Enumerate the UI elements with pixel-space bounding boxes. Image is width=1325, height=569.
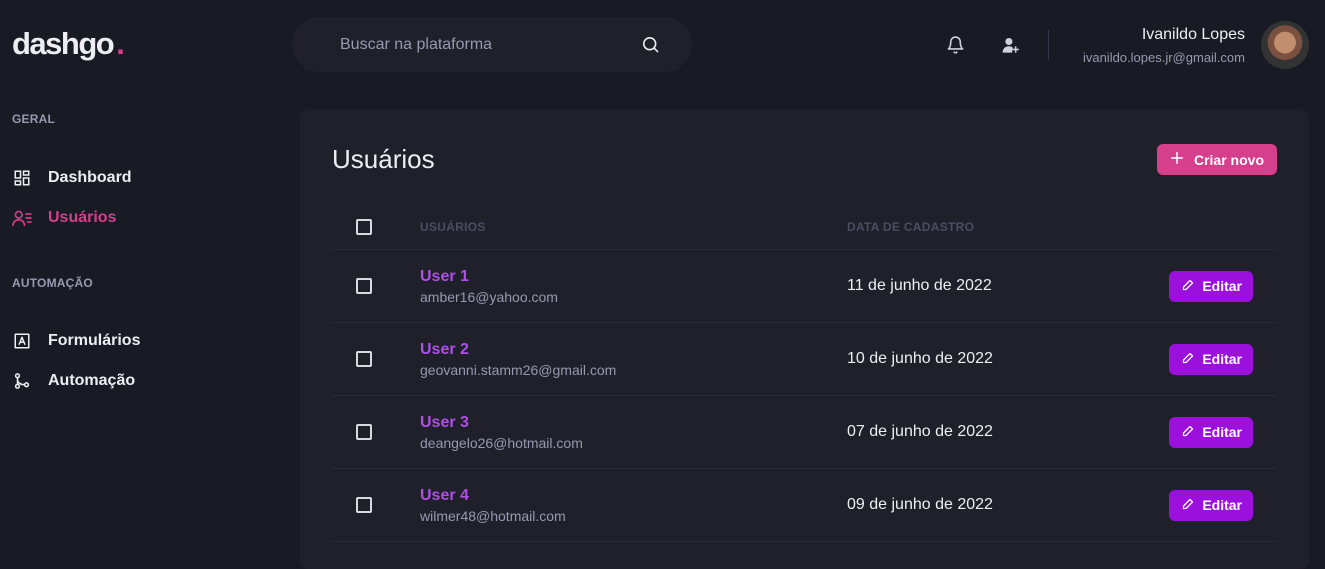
user-email: deangelo26@hotmail.com	[420, 434, 583, 451]
dashboard-icon	[12, 168, 32, 188]
edit-button[interactable]: Editar	[1169, 416, 1253, 448]
column-header-users: USUÁRIOS	[420, 220, 486, 234]
profile-info: Ivanildo Lopes ivanildo.lopes.jr@gmail.c…	[1083, 26, 1245, 65]
edit-label: Editar	[1202, 497, 1242, 513]
page-title: Usuários	[332, 144, 435, 174]
table-row: User 2 geovanni.stamm26@gmail.com 10 de …	[332, 323, 1277, 396]
sidebar-section-title: AUTOMAÇÃO	[12, 276, 93, 290]
registration-date: 09 de junho de 2022	[847, 496, 993, 513]
edit-button[interactable]: Editar	[1169, 343, 1253, 375]
sidebar-item-dashboard[interactable]: Dashboard	[12, 166, 132, 190]
create-new-label: Criar novo	[1193, 151, 1264, 168]
search-input[interactable]	[340, 35, 640, 54]
user-email: wilmer48@hotmail.com	[420, 507, 566, 524]
users-panel: Usuários Criar novo USUÁRIOS DATA DE CAD…	[300, 109, 1309, 569]
pencil-icon	[1182, 497, 1194, 513]
brand-logo[interactable]: dashgo.	[12, 26, 125, 62]
header-actions	[944, 34, 1021, 56]
sidebar-item-label: Usuários	[48, 209, 117, 226]
pencil-icon	[1182, 351, 1194, 367]
user-cell: User 2 geovanni.stamm26@gmail.com	[420, 341, 847, 378]
action-cell: Editar	[1168, 343, 1277, 375]
user-name-link[interactable]: User 4	[420, 487, 847, 505]
user-name-link[interactable]: User 3	[420, 414, 847, 432]
user-cell: User 4 wilmer48@hotmail.com	[420, 487, 847, 524]
action-cell: Editar	[1168, 416, 1277, 448]
row-checkbox-cell	[332, 497, 420, 513]
select-all-checkbox[interactable]	[356, 219, 372, 235]
row-checkbox-cell	[332, 278, 420, 294]
sidebar-section-geral: GERAL Dashboard Usuários	[12, 112, 132, 230]
user-name-link[interactable]: User 1	[420, 268, 847, 286]
search-icon[interactable]	[640, 35, 660, 55]
pencil-icon	[1182, 424, 1194, 440]
row-checkbox-cell	[332, 424, 420, 440]
select-all-cell	[332, 219, 420, 235]
edit-button[interactable]: Editar	[1169, 489, 1253, 521]
row-checkbox-cell	[332, 351, 420, 367]
user-cell: User 1 amber16@yahoo.com	[420, 268, 847, 305]
sidebar-item-usuarios[interactable]: Usuários	[12, 206, 132, 230]
user-add-icon[interactable]	[999, 34, 1021, 56]
users-icon	[12, 208, 32, 228]
profile-name: Ivanildo Lopes	[1141, 26, 1245, 43]
profile-email: ivanildo.lopes.jr@gmail.com	[1082, 50, 1245, 65]
table-row: User 4 wilmer48@hotmail.com 09 de junho …	[332, 469, 1277, 542]
table-header: USUÁRIOS DATA DE CADASTRO	[332, 205, 1277, 250]
row-checkbox[interactable]	[356, 278, 372, 294]
sidebar-item-automacao[interactable]: Automação	[12, 369, 140, 393]
form-icon	[12, 331, 32, 351]
sidebar-section-automacao: AUTOMAÇÃO Formulários Automação	[12, 276, 140, 393]
git-merge-icon	[12, 371, 32, 391]
avatar[interactable]	[1261, 21, 1309, 69]
row-checkbox[interactable]	[356, 351, 372, 367]
table-row: User 1 amber16@yahoo.com 11 de junho de …	[332, 250, 1277, 323]
header-divider	[1048, 30, 1049, 60]
registration-date: 11 de junho de 2022	[847, 277, 992, 294]
table-row: User 3 deangelo26@hotmail.com 07 de junh…	[332, 396, 1277, 469]
edit-button[interactable]: Editar	[1169, 270, 1253, 302]
sidebar-item-label: Dashboard	[48, 169, 132, 186]
sidebar-item-formularios[interactable]: Formulários	[12, 329, 140, 353]
user-email: geovanni.stamm26@gmail.com	[420, 361, 617, 378]
pencil-icon	[1182, 278, 1194, 294]
search-bar	[292, 17, 692, 72]
sidebar-item-label: Formulários	[48, 332, 141, 349]
sidebar-section-title: GERAL	[12, 112, 55, 126]
plus-icon	[1170, 151, 1184, 168]
user-cell: User 3 deangelo26@hotmail.com	[420, 414, 847, 451]
user-email: amber16@yahoo.com	[420, 288, 558, 305]
brand-dot: .	[116, 26, 125, 61]
registration-date: 10 de junho de 2022	[847, 350, 993, 367]
row-checkbox[interactable]	[356, 424, 372, 440]
user-name-link[interactable]: User 2	[420, 341, 847, 359]
action-cell: Editar	[1168, 270, 1277, 302]
sidebar-item-label: Automação	[48, 372, 136, 389]
edit-label: Editar	[1202, 351, 1242, 367]
registration-date: 07 de junho de 2022	[847, 423, 993, 440]
column-header-date: DATA DE CADASTRO	[847, 220, 975, 234]
brand-name: dashgo	[12, 26, 115, 61]
action-cell: Editar	[1168, 489, 1277, 521]
row-checkbox[interactable]	[356, 497, 372, 513]
users-table: USUÁRIOS DATA DE CADASTRO User 1 amber16…	[332, 205, 1277, 542]
bell-icon[interactable]	[944, 34, 966, 56]
create-new-button[interactable]: Criar novo	[1156, 144, 1277, 175]
edit-label: Editar	[1202, 278, 1242, 294]
edit-label: Editar	[1202, 424, 1242, 440]
